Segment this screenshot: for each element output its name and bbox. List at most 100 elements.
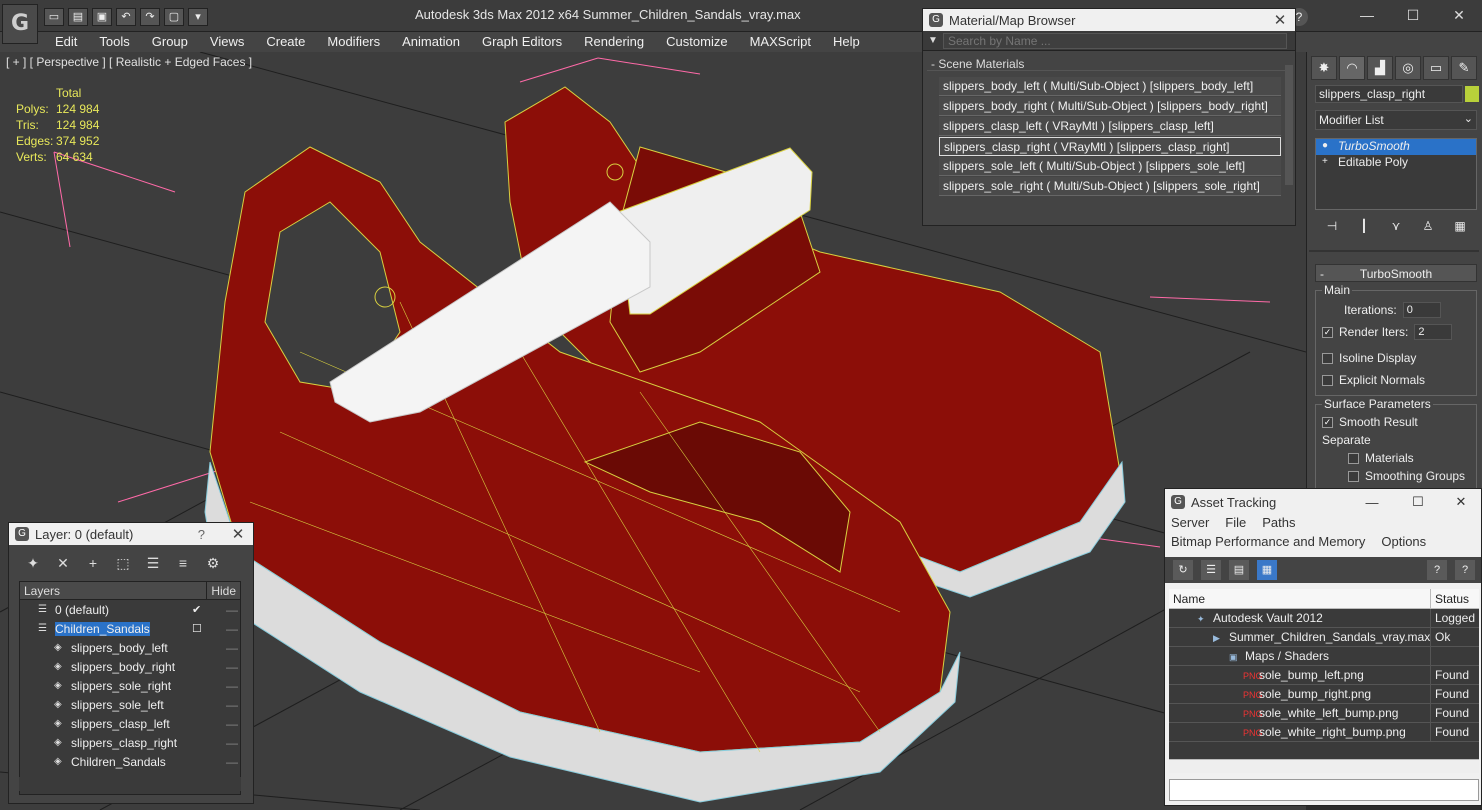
asset-row[interactable]: ✦ Autodesk Vault 2012 Logged (1169, 609, 1479, 628)
menu-tools[interactable]: Tools (88, 32, 140, 52)
hide-toggle[interactable]: — (226, 679, 238, 693)
show-end-result-icon[interactable]: ┃ (1353, 216, 1375, 236)
create-tab-icon[interactable]: ✸ (1311, 56, 1337, 80)
maximize-button[interactable]: ☐ (1395, 494, 1441, 510)
maximize-button[interactable]: ☐ (1390, 0, 1436, 30)
project-folder-icon[interactable]: ▢ (164, 8, 184, 26)
hide-toggle[interactable]: — (226, 622, 238, 636)
menu-group[interactable]: Group (141, 32, 199, 52)
material-item[interactable]: slippers_clasp_left ( VRayMtl ) [slipper… (939, 117, 1281, 136)
material-item-selected[interactable]: slippers_clasp_right ( VRayMtl ) [slippe… (939, 137, 1281, 156)
menu-file[interactable]: File (1225, 515, 1246, 534)
isoline-checkbox[interactable] (1322, 352, 1333, 364)
refresh-icon[interactable]: ↻ (1173, 560, 1193, 580)
turbosmooth-rollout-header[interactable]: - TurboSmooth (1315, 264, 1477, 282)
minimize-button[interactable]: — (1344, 0, 1390, 30)
asset-row[interactable]: ▣ Maps / Shaders (1169, 647, 1479, 666)
make-unique-icon[interactable]: ⋎ (1385, 216, 1407, 236)
save-file-icon[interactable]: ▣ (92, 8, 112, 26)
modifier-list-dropdown[interactable]: Modifier List ⌄ (1315, 110, 1477, 130)
menu-views[interactable]: Views (199, 32, 255, 52)
menu-help[interactable]: Help (822, 32, 871, 52)
layer-row[interactable]: ◈ slippers_body_left — (20, 638, 240, 657)
asset-row[interactable]: PNGsole_white_right_bump.png Found (1169, 723, 1479, 742)
object-name-field[interactable]: slippers_clasp_right (1315, 85, 1463, 103)
menu-paths[interactable]: Paths (1262, 515, 1295, 534)
close-icon[interactable]: ✕ (223, 525, 253, 543)
asset-row[interactable]: ▶ Summer_Children_Sandals_vray.max Ok (1169, 628, 1479, 647)
minimize-button[interactable]: — (1349, 495, 1395, 510)
hide-toggle[interactable]: — (226, 698, 238, 712)
material-search-input[interactable] (943, 32, 1287, 49)
undo-icon[interactable]: ↶ (116, 8, 136, 26)
menu-rendering[interactable]: Rendering (573, 32, 655, 52)
layer-settings-icon[interactable]: ⚙ (203, 553, 223, 573)
app-logo-button[interactable]: G (2, 4, 38, 44)
layer-window-titlebar[interactable]: G Layer: 0 (default) ? ✕ (9, 523, 253, 545)
viewport-label[interactable]: [ + ] [ Perspective ] [ Realistic + Edge… (6, 55, 252, 69)
configure-sets-icon[interactable]: ▦ (1449, 216, 1471, 236)
table-view-icon[interactable]: ▤ (1229, 560, 1249, 580)
asset-row[interactable]: PNGsole_bump_right.png Found (1169, 685, 1479, 704)
explicit-normals-checkbox[interactable] (1322, 374, 1333, 386)
scene-materials-group[interactable]: - Scene Materials (927, 57, 1285, 71)
close-icon[interactable]: ✕ (1265, 11, 1295, 29)
menu-bitmap-performance[interactable]: Bitmap Performance and Memory (1171, 534, 1365, 553)
hide-toggle[interactable]: — (226, 755, 238, 769)
material-browser-titlebar[interactable]: G Material/Map Browser ✕ (923, 9, 1295, 31)
layer-horizontal-scrollbar[interactable] (19, 777, 241, 791)
current-layer-check-icon[interactable]: ✔ (192, 603, 201, 616)
menu-customize[interactable]: Customize (655, 32, 738, 52)
asset-status-field[interactable] (1169, 779, 1479, 801)
options-triangle-icon[interactable]: ▼ (923, 35, 943, 46)
hide-toggle[interactable]: — (226, 660, 238, 674)
render-iters-spinner[interactable]: 2 (1414, 324, 1453, 340)
smoothing-groups-checkbox[interactable] (1348, 470, 1359, 482)
close-button[interactable]: ✕ (1441, 494, 1481, 510)
layer-row[interactable]: ◈ Children_Sandals — (20, 752, 240, 771)
material-item[interactable]: slippers_sole_left ( Multi/Sub-Object ) … (939, 157, 1281, 176)
asset-tracking-titlebar[interactable]: G Asset Tracking — ☐ ✕ (1165, 489, 1481, 515)
add-to-layer-icon[interactable]: + (83, 553, 103, 573)
hide-column-header[interactable]: Hide (207, 582, 240, 599)
hide-toggle[interactable]: — (226, 736, 238, 750)
menu-edit[interactable]: Edit (44, 32, 88, 52)
material-item[interactable]: slippers_body_left ( Multi/Sub-Object ) … (939, 77, 1281, 96)
layers-column-header[interactable]: Layers (20, 582, 208, 599)
menu-animation[interactable]: Animation (391, 32, 471, 52)
hide-toggle[interactable]: — (226, 717, 238, 731)
menu-server[interactable]: Server (1171, 515, 1209, 534)
help-icon[interactable]: ? (1427, 560, 1447, 580)
select-layer-icon[interactable]: ☰ (143, 553, 163, 573)
layer-row[interactable]: ◈ slippers_sole_right — (20, 676, 240, 695)
close-button[interactable]: ✕ (1436, 0, 1482, 30)
layer-row[interactable]: ☰ 0 (default) ✔ — (20, 600, 240, 619)
open-file-icon[interactable]: ▤ (68, 8, 88, 26)
list-view-icon[interactable]: ☰ (1201, 560, 1221, 580)
select-objects-icon[interactable]: ⬚ (113, 553, 133, 573)
layer-row[interactable]: ◈ slippers_clasp_right — (20, 733, 240, 752)
menu-modifiers[interactable]: Modifiers (316, 32, 391, 52)
name-column-header[interactable]: Name (1169, 589, 1431, 608)
hide-toggle[interactable]: — (226, 641, 238, 655)
hierarchy-tab-icon[interactable]: ▟ (1367, 56, 1393, 80)
search-help-icon[interactable]: ? (1455, 560, 1475, 580)
expand-plus-icon[interactable]: + (1322, 156, 1328, 167)
remove-modifier-icon[interactable]: ♙ (1417, 216, 1439, 236)
iterations-spinner[interactable]: 0 (1402, 302, 1441, 318)
motion-tab-icon[interactable]: ◎ (1395, 56, 1421, 80)
asset-horizontal-scrollbar[interactable] (1169, 759, 1479, 773)
delete-layer-icon[interactable]: ✕ (53, 553, 73, 573)
layer-row[interactable]: ◈ slippers_body_right — (20, 657, 240, 676)
highlight-layer-icon[interactable]: ≡ (173, 553, 193, 573)
pin-stack-icon[interactable]: ⊣ (1321, 216, 1343, 236)
materials-checkbox[interactable] (1348, 452, 1359, 464)
dropdown-arrow-icon[interactable]: ▾ (188, 8, 208, 26)
asset-row[interactable]: PNGsole_bump_left.png Found (1169, 666, 1479, 685)
grid-view-icon[interactable]: ▦ (1257, 560, 1277, 580)
asset-row[interactable]: PNGsole_white_left_bump.png Found (1169, 704, 1479, 723)
menu-maxscript[interactable]: MAXScript (739, 32, 822, 52)
object-color-swatch[interactable] (1465, 86, 1479, 102)
menu-options[interactable]: Options (1381, 534, 1426, 553)
new-file-icon[interactable]: ▭ (44, 8, 64, 26)
